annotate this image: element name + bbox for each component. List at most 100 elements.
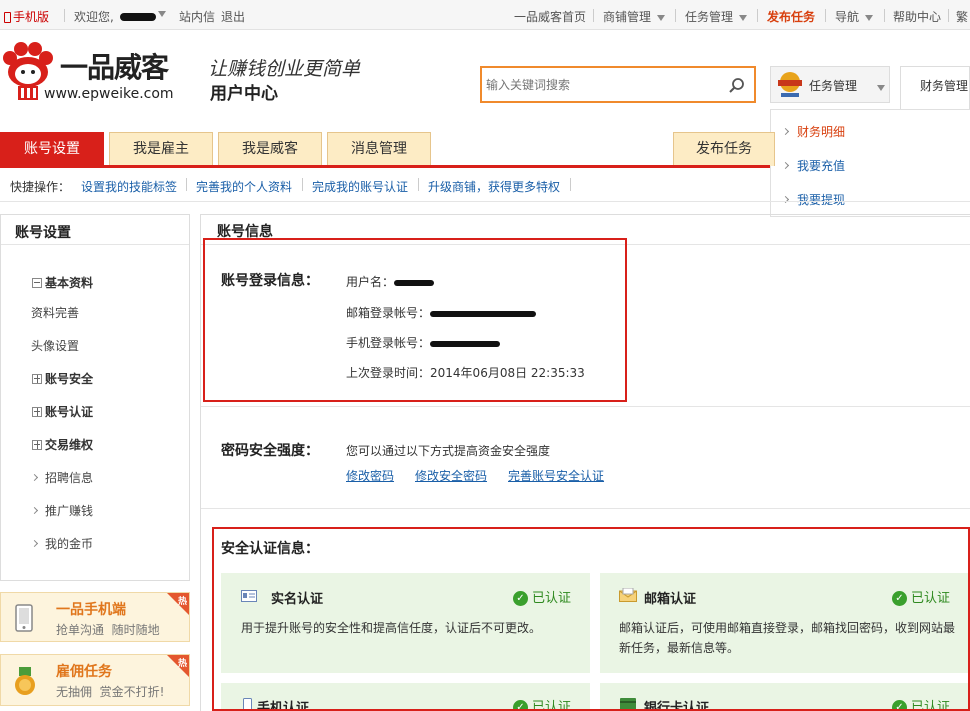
pwd-strength-desc: 您可以通过以下方式提高资金安全强度 — [346, 444, 551, 458]
shop-mgmt-menu[interactable]: 商铺管理 — [603, 8, 666, 25]
logout-link[interactable]: 退出 — [221, 8, 245, 25]
chevron-right-icon — [30, 539, 39, 548]
finance-mgmt-tab[interactable]: 财务管理 — [900, 66, 970, 110]
promo-mobile[interactable]: 一品手机端 抢单沟通 随时随地 热 — [0, 592, 190, 642]
publish-task-link[interactable]: 发布任务 — [767, 8, 815, 25]
divider — [302, 178, 303, 191]
task-mgmt-button[interactable]: 任务管理 — [770, 66, 890, 103]
search-icon[interactable] — [728, 77, 746, 93]
expand-icon — [32, 406, 42, 417]
verified-status: ✓ 已认证 — [892, 696, 950, 709]
badge-icon — [778, 72, 802, 97]
divider — [884, 9, 885, 22]
login-info-label: 账号登录信息： — [221, 273, 319, 289]
traditional-link[interactable]: 繁 — [956, 8, 968, 25]
quick-link[interactable]: 完成我的账号认证 — [312, 178, 408, 195]
check-icon: ✓ — [892, 591, 907, 606]
redacted-value — [430, 340, 501, 347]
sidebar-item-rights[interactable]: 交易维权 — [32, 436, 93, 453]
redacted-value — [430, 310, 537, 317]
pwd-strength-label: 密码安全强度： — [221, 443, 319, 459]
divider — [418, 178, 419, 191]
quick-link[interactable]: 升级商铺，获得更多特权 — [428, 178, 560, 195]
site-logo[interactable]: 一品威客 www.epweike.com — [0, 40, 200, 104]
quick-actions-label: 快捷操作： — [10, 180, 71, 194]
quick-link[interactable]: 设置我的技能标签 — [81, 178, 177, 195]
email-cert-card: 邮箱认证 ✓ 已认证 邮箱认证后，可使用邮箱直接登录，邮箱找回密码，收到网站最新任… — [600, 573, 968, 673]
sidebar-item-security[interactable]: 账号安全 — [32, 370, 93, 387]
hot-badge-label: 热 — [177, 597, 187, 607]
search-input[interactable] — [486, 75, 716, 95]
tab-messages[interactable]: 消息管理 — [327, 132, 431, 166]
expand-icon — [32, 439, 42, 450]
promo-title: 一品手机端 — [56, 602, 126, 618]
quick-link[interactable]: 完善我的个人资料 — [196, 178, 292, 195]
card-title: 实名认证 — [271, 592, 324, 607]
promo-title: 雇佣任务 — [56, 664, 112, 680]
home-link[interactable]: 一品威客首页 — [514, 8, 586, 25]
tab-account-settings[interactable]: 账号设置 — [0, 132, 104, 166]
finance-menu-item[interactable]: 财务明细 — [781, 123, 845, 140]
username-row: 用户名： — [346, 273, 435, 290]
nav-menu[interactable]: 导航 — [835, 8, 874, 25]
tab-weike[interactable]: 我是威客 — [218, 132, 322, 166]
slogan: 让赚钱创业更简单 — [208, 58, 361, 80]
bank-card-icon — [620, 698, 636, 709]
change-password-link[interactable]: 修改密码 — [346, 467, 394, 484]
chevron-down-icon — [865, 14, 874, 21]
change-security-password-link[interactable]: 修改安全密码 — [415, 467, 487, 484]
tab-publish-task[interactable]: 发布任务 — [673, 132, 775, 166]
mobile-link[interactable]: 手机版 — [4, 8, 49, 25]
promo-subtitle: 抢单沟通 随时随地 — [56, 623, 160, 637]
email-row: 邮箱登录帐号： — [346, 304, 537, 321]
sidebar-item-basic-info[interactable]: 基本资料 — [32, 274, 93, 291]
card-title: 手机认证 — [257, 701, 310, 709]
username-redacted — [120, 9, 156, 23]
logo-url: www.epweike.com — [44, 86, 174, 102]
divider — [948, 9, 949, 22]
finance-mgmt-label: 财务管理 — [920, 79, 969, 93]
tab-employer[interactable]: 我是雇主 — [109, 132, 213, 166]
promo-hire-task[interactable]: 雇佣任务 无抽佣 赏金不打折! 热 — [0, 654, 190, 706]
messages-link[interactable]: 站内信 — [179, 8, 215, 25]
tab-underline — [0, 165, 770, 168]
card-description: 邮箱认证后，可使用邮箱直接登录，邮箱找回密码，收到网站最新任务，最新信息等。 — [619, 621, 956, 655]
sidebar-title: 账号设置 — [15, 225, 71, 241]
chevron-down-icon — [657, 14, 666, 21]
user-center-title: 用户中心 — [210, 84, 278, 104]
task-mgmt-menu[interactable]: 任务管理 — [685, 8, 748, 25]
divider — [186, 178, 187, 191]
sidebar-item-complete-profile[interactable]: 资料完善 — [31, 304, 79, 321]
divider — [201, 406, 970, 407]
card-title: 银行卡认证 — [644, 701, 710, 709]
bankcard-cert-card: 银行卡认证 ✓ 已认证 — [600, 683, 968, 709]
mobile-phone-icon — [243, 698, 252, 709]
check-icon: ✓ — [513, 591, 528, 606]
divider — [201, 508, 970, 509]
medal-icon — [15, 667, 35, 695]
help-link[interactable]: 帮助中心 — [893, 8, 941, 25]
finance-menu-item[interactable]: 我要提现 — [781, 191, 845, 208]
sidebar-item-coins[interactable]: 我的金币 — [30, 535, 93, 552]
divider — [0, 201, 970, 202]
envelope-icon — [619, 588, 637, 602]
search-box — [480, 66, 756, 103]
sidebar-item-verification[interactable]: 账号认证 — [32, 403, 93, 420]
complete-security-verification-link[interactable]: 完善账号安全认证 — [508, 467, 604, 484]
divider — [64, 9, 65, 22]
divider — [825, 9, 826, 22]
task-mgmt-label: 任务管理 — [809, 79, 858, 93]
sidebar-item-avatar[interactable]: 头像设置 — [31, 337, 79, 354]
sidebar-item-recruit[interactable]: 招聘信息 — [30, 469, 93, 486]
id-card-icon — [241, 590, 257, 602]
collapse-icon — [32, 277, 42, 288]
expand-icon — [32, 373, 42, 384]
finance-menu-item[interactable]: 我要充值 — [781, 157, 845, 174]
verified-status: ✓ 已认证 — [892, 587, 950, 606]
chevron-down-icon[interactable] — [158, 6, 166, 20]
phone-row: 手机登录帐号： — [346, 334, 501, 351]
divider — [757, 9, 758, 22]
realname-cert-card: 实名认证 ✓ 已认证 用于提升账号的安全性和提高信任度，认证后不可更改。 — [221, 573, 590, 673]
sidebar-item-promote[interactable]: 推广赚钱 — [30, 502, 93, 519]
divider — [593, 9, 594, 22]
